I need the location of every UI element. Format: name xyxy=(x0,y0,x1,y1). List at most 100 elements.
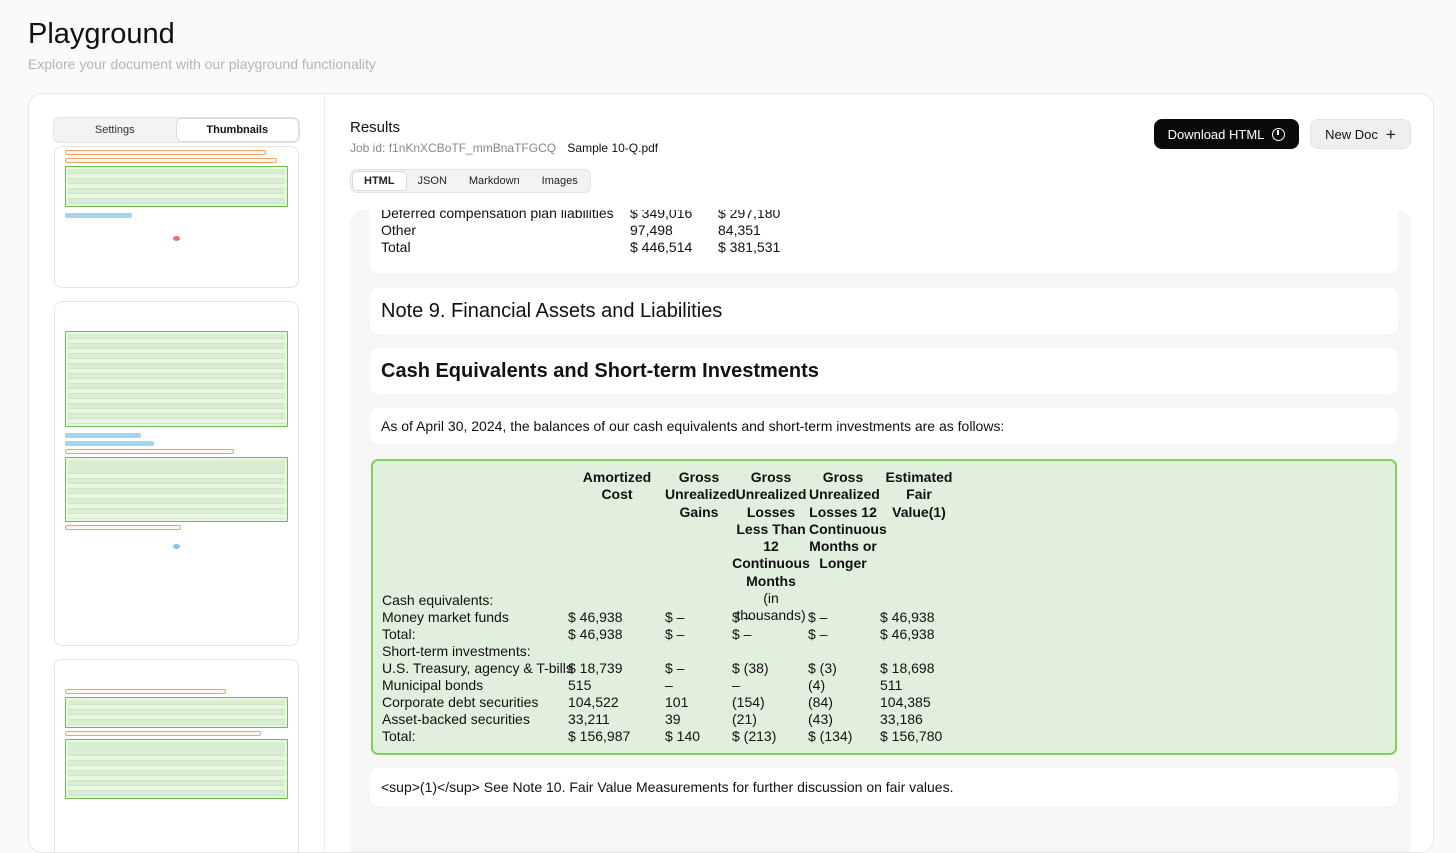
table-cell: (43) xyxy=(808,711,833,727)
table-cell: $ (3) xyxy=(808,660,837,676)
thumb-highlight xyxy=(65,525,181,530)
results-panel: Results Job id: f1nKnXCBoTF_mmBnaTFGCQ S… xyxy=(326,94,1433,852)
thumb-page-marker xyxy=(173,544,180,549)
file-name: Sample 10-Q.pdf xyxy=(567,141,659,155)
job-info: Job id: f1nKnXCBoTF_mmBnaTFGCQ Sample 10… xyxy=(350,141,658,155)
tab-thumbnails[interactable]: Thumbnails xyxy=(175,118,299,142)
table-cell: (21) xyxy=(732,711,757,727)
row-label: Corporate debt securities xyxy=(382,694,539,710)
col-header-losses-gt: Gross Unrealized Losses 12 Continuous Mo… xyxy=(809,469,887,572)
row-label: Cash equivalents: xyxy=(382,592,494,608)
table-cell: $ – xyxy=(808,609,828,625)
tab-html[interactable]: HTML xyxy=(352,171,407,191)
row-label: Short-term investments: xyxy=(382,643,531,659)
new-doc-label: New Doc xyxy=(1325,126,1378,142)
download-icon xyxy=(1272,127,1286,141)
row-label: Asset-backed securities xyxy=(382,711,530,727)
table-cell: $ – xyxy=(732,626,752,642)
table-cell: $ (213) xyxy=(732,728,777,744)
table-cell: (84) xyxy=(808,694,833,710)
job-id: Job id: f1nKnXCBoTF_mmBnaTFGCQ xyxy=(350,141,557,155)
table-cell: 33,211 xyxy=(568,711,610,727)
row-label: Total: xyxy=(382,728,416,744)
table-cell: – xyxy=(665,677,673,693)
thumb-table xyxy=(65,739,288,799)
table-cell: 39 xyxy=(665,711,681,727)
table-cell: $ – xyxy=(665,660,685,676)
table-cell: $ 156,987 xyxy=(568,728,631,744)
table-cell: 33,186 xyxy=(880,711,923,727)
thumb-page-marker xyxy=(173,236,180,241)
tab-settings[interactable]: Settings xyxy=(54,118,176,142)
table-cell: 515 xyxy=(568,677,592,693)
thumb-highlight xyxy=(65,731,262,736)
table-cell: 511 xyxy=(880,677,903,693)
table-cell: $ 18,698 xyxy=(880,660,935,676)
row-label: Money market funds xyxy=(382,609,509,625)
thumb-highlight xyxy=(65,449,235,454)
table-cell: $ 46,938 xyxy=(880,609,935,625)
page-title: Playground xyxy=(28,18,175,50)
table-cell: $ – xyxy=(665,626,685,642)
paragraph: As of April 30, 2024, the balances of ou… xyxy=(370,408,1398,444)
page-thumbnail[interactable] xyxy=(54,301,299,646)
table-row: Deferred compensation plan liabilities $ … xyxy=(381,210,781,221)
col-header-fair: Estimated Fair Value(1) xyxy=(885,469,953,520)
thumb-highlight xyxy=(65,150,266,155)
table-cell: 101 xyxy=(665,694,689,710)
thumb-heading xyxy=(65,441,155,446)
investments-table: Amortized Cost Gross Unrealized Gains Gr… xyxy=(371,459,1397,755)
tab-markdown[interactable]: Markdown xyxy=(458,171,531,191)
plus-icon: + xyxy=(1385,124,1396,144)
row-label: U.S. Treasury, agency & T-bills xyxy=(382,660,573,676)
col-header-losses-lt: Gross Unrealized Losses Less Than 12 Con… xyxy=(732,469,810,624)
col-header-amortized: Amortized Cost xyxy=(582,469,652,503)
liabilities-rows: Deferred compensation plan liabilities $ … xyxy=(370,210,1398,273)
output-format-tabs: HTML JSON Markdown Images xyxy=(350,169,591,193)
playground-card: Settings Thumbnails Results Job id: f1nK… xyxy=(28,93,1434,853)
tab-images[interactable]: Images xyxy=(531,171,589,191)
table-cell: $ – xyxy=(665,609,685,625)
section-heading: Cash Equivalents and Short-term Investme… xyxy=(370,348,1398,394)
table-cell: $ 156,780 xyxy=(880,728,943,744)
col-header-gains: Gross Unrealized Gains xyxy=(665,469,736,520)
row-label: Municipal bonds xyxy=(382,677,484,693)
download-label: Download HTML xyxy=(1167,126,1265,142)
download-html-button[interactable]: Download HTML xyxy=(1154,119,1299,149)
thumb-heading xyxy=(65,433,141,438)
panel-tab-switcher: Settings Thumbnails xyxy=(53,117,300,143)
thumb-table xyxy=(65,166,288,207)
thumb-table xyxy=(65,331,288,427)
table-row: Other 97,498 84,351 xyxy=(381,222,761,238)
table-cell: $ 140 xyxy=(665,728,701,744)
page-subtitle: Explore your document with our playgroun… xyxy=(28,56,376,72)
note-heading: Note 9. Financial Assets and Liabilities xyxy=(370,288,1398,334)
html-preview[interactable]: Deferred compensation plan liabilities $ … xyxy=(350,210,1411,852)
table-cell: (154) xyxy=(732,694,765,710)
thumb-table xyxy=(65,697,288,728)
table-cell: $ – xyxy=(732,609,752,625)
table-cell: $ (134) xyxy=(808,728,853,744)
thumb-highlight xyxy=(65,158,277,163)
thumb-heading xyxy=(65,213,132,218)
thumb-highlight xyxy=(65,689,226,694)
table-cell: $ 46,938 xyxy=(568,609,623,625)
results-title: Results xyxy=(350,119,401,136)
table-cell: $ 18,739 xyxy=(568,660,623,676)
new-doc-button[interactable]: New Doc + xyxy=(1310,119,1411,149)
table-cell: $ – xyxy=(808,626,828,642)
row-label: Total: xyxy=(382,626,416,642)
table-row: Total $ 446,514 $ 381,531 xyxy=(381,239,781,255)
thumbnail-panel: Settings Thumbnails xyxy=(29,94,325,852)
table-cell: 104,385 xyxy=(880,694,931,710)
page-thumbnail[interactable] xyxy=(54,659,299,852)
table-cell: – xyxy=(732,677,740,693)
thumb-table xyxy=(65,457,288,522)
tab-json[interactable]: JSON xyxy=(407,171,458,191)
table-cell: (4) xyxy=(808,677,826,693)
table-cell: 104,522 xyxy=(568,694,619,710)
table-cell: $ 46,938 xyxy=(880,626,935,642)
page-thumbnail[interactable] xyxy=(54,146,299,288)
table-cell: $ (38) xyxy=(732,660,769,676)
table-cell: $ 46,938 xyxy=(568,626,623,642)
